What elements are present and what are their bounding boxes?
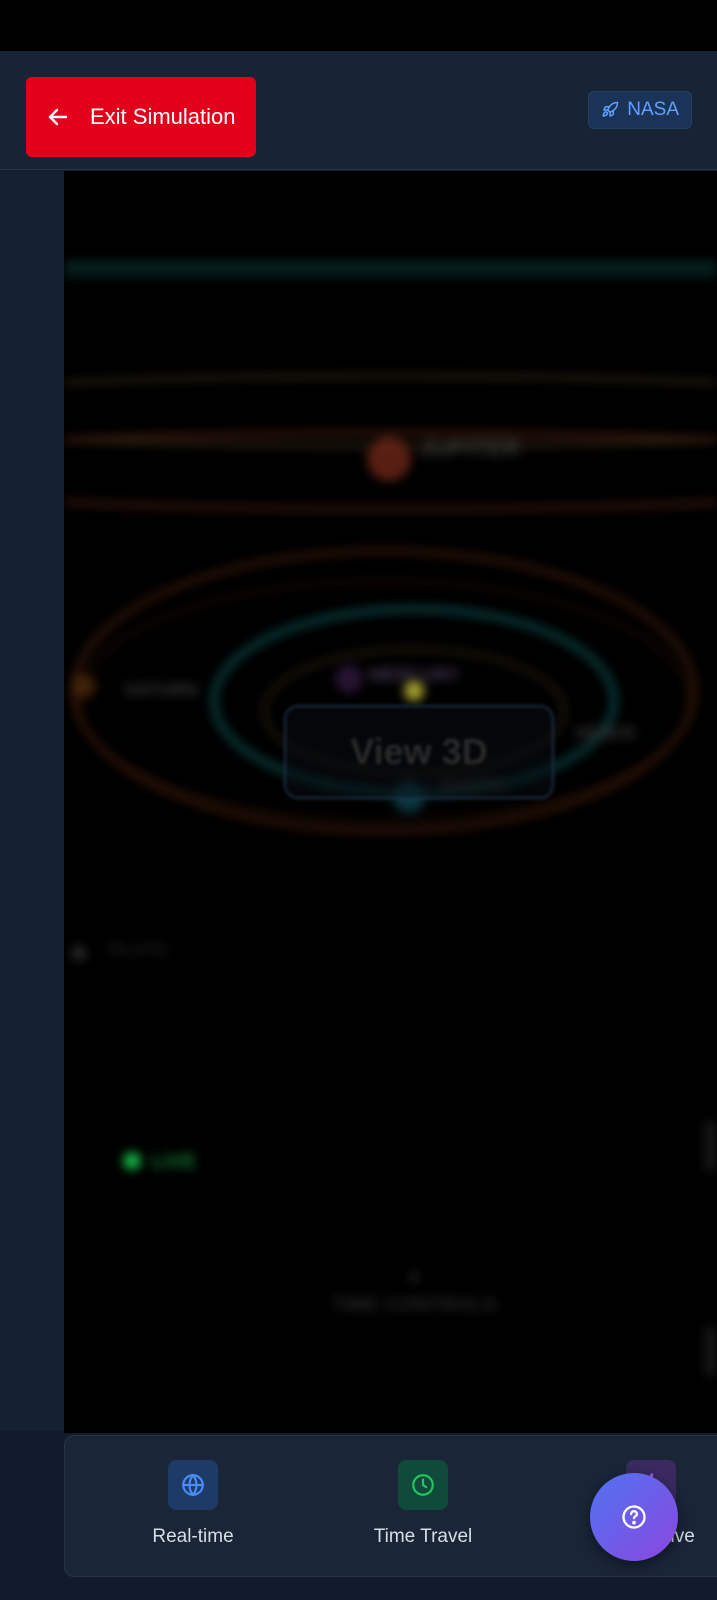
left-rail: [0, 171, 64, 1431]
venus-label: VENUS: [574, 723, 636, 743]
nasa-badge: NASA: [588, 91, 692, 129]
question-icon: [622, 1505, 646, 1529]
pluto-label: PLUTO: [109, 940, 169, 960]
view-3d-label: View 3D: [350, 731, 488, 772]
view-3d-button[interactable]: View 3D: [284, 705, 554, 799]
globe-icon: [168, 1460, 218, 1510]
clock-icon: [398, 1460, 448, 1510]
mercury-label: MERCURY: [369, 665, 459, 685]
feature-real-time: Real-time: [103, 1460, 283, 1548]
simulation-viewport[interactable]: JUPITER SATURN MERCURY VENUS EARTH PLUTO…: [64, 171, 717, 1433]
solar-system-scene: JUPITER SATURN MERCURY VENUS EARTH PLUTO…: [64, 261, 717, 1376]
feature-time-travel: Time Travel: [333, 1460, 513, 1548]
arrow-left-icon: [48, 108, 68, 126]
exit-simulation-label: Exit Simulation: [90, 104, 236, 129]
help-button[interactable]: [590, 1473, 678, 1561]
feature-label: Real-time: [152, 1526, 234, 1547]
rocket-icon: [602, 101, 619, 117]
live-indicator-label: LIVE: [152, 1151, 196, 1173]
app-header: Exit Simulation NASA: [0, 51, 717, 170]
saturn-label: SATURN: [124, 680, 198, 700]
status-bar: [0, 0, 717, 51]
feature-label: Time Travel: [373, 1526, 473, 1547]
jupiter-label: JUPITER: [419, 435, 520, 462]
nasa-badge-label: NASA: [627, 99, 679, 120]
exit-simulation-button[interactable]: Exit Simulation: [26, 77, 256, 157]
time-controls-label: TIME CONTROLS: [331, 1294, 497, 1316]
svg-text:▲: ▲: [404, 1264, 424, 1286]
